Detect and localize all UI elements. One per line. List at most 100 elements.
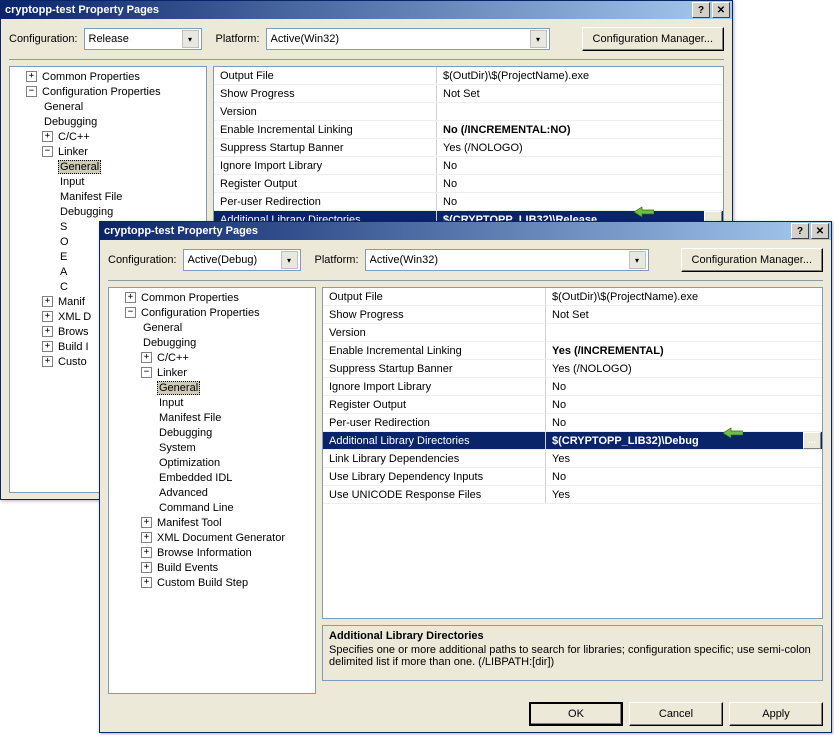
window-title: cryptopp-test Property Pages: [104, 225, 789, 237]
chevron-down-icon[interactable]: ▾: [182, 30, 199, 48]
tree-general[interactable]: General: [42, 101, 85, 113]
property-value[interactable]: No (/INCREMENTAL:NO): [437, 121, 724, 139]
property-row[interactable]: Show ProgressNot Set: [323, 306, 822, 324]
property-value[interactable]: $(CRYPTOPP_LIB32)\Debug...: [546, 432, 823, 450]
platform-combo[interactable]: Active(Win32) ▾: [365, 249, 649, 271]
tree-linker[interactable]: Linker: [155, 367, 189, 379]
tree-custom-build-step[interactable]: Custom Build Step: [155, 577, 250, 589]
property-value[interactable]: Yes: [546, 450, 823, 468]
property-value[interactable]: No: [437, 193, 724, 211]
tree-linker-general[interactable]: General: [157, 381, 200, 395]
tree-linker-advanced[interactable]: Advanced: [157, 487, 210, 499]
tree-linker-manifest[interactable]: Manifest File: [157, 412, 223, 424]
tree-xml-doc-generator[interactable]: XML Document Generator: [155, 532, 287, 544]
configuration-combo[interactable]: Active(Debug) ▾: [183, 249, 301, 271]
property-value[interactable]: Yes (/NOLOGO): [437, 139, 724, 157]
titlebar[interactable]: cryptopp-test Property Pages ? ✕: [100, 222, 831, 240]
tree-linker-input[interactable]: Input: [157, 397, 185, 409]
tree-configuration-properties[interactable]: Configuration Properties: [40, 86, 163, 98]
tree-linker-debugging[interactable]: Debugging: [58, 206, 115, 218]
property-row[interactable]: Version: [214, 103, 723, 121]
property-row[interactable]: Enable Incremental LinkingNo (/INCREMENT…: [214, 121, 723, 139]
close-button[interactable]: ✕: [811, 223, 829, 239]
property-value[interactable]: Not Set: [437, 85, 724, 103]
property-value[interactable]: $(OutDir)\$(ProjectName).exe: [546, 288, 823, 306]
tree-debugging[interactable]: Debugging: [141, 337, 198, 349]
property-row[interactable]: Use Library Dependency InputsNo: [323, 468, 822, 486]
property-value[interactable]: [437, 103, 724, 121]
browse-button[interactable]: ...: [803, 432, 821, 449]
configuration-manager-button[interactable]: Configuration Manager...: [681, 248, 823, 272]
help-button[interactable]: ?: [692, 2, 710, 18]
help-button[interactable]: ?: [791, 223, 809, 239]
tree-ccpp[interactable]: C/C++: [56, 131, 92, 143]
tree-common-properties[interactable]: Common Properties: [139, 292, 241, 304]
tree-debugging[interactable]: Debugging: [42, 116, 99, 128]
platform-label: Platform:: [315, 254, 359, 266]
tree-linker-command-line[interactable]: Command Line: [157, 502, 236, 514]
property-value[interactable]: No: [546, 378, 823, 396]
configuration-combo[interactable]: Release ▾: [84, 28, 202, 50]
tree-manifest-tool[interactable]: Manifest Tool: [155, 517, 224, 529]
titlebar[interactable]: cryptopp-test Property Pages ? ✕: [1, 1, 732, 19]
property-value[interactable]: [546, 324, 823, 342]
property-value[interactable]: No: [546, 396, 823, 414]
description-body: Specifies one or more additional paths t…: [329, 644, 816, 668]
property-row[interactable]: Output File$(OutDir)\$(ProjectName).exe: [323, 288, 822, 306]
property-value[interactable]: No: [437, 157, 724, 175]
property-row[interactable]: Suppress Startup BannerYes (/NOLOGO): [323, 360, 822, 378]
property-row[interactable]: Version: [323, 324, 822, 342]
apply-button[interactable]: Apply: [729, 702, 823, 726]
cancel-button[interactable]: Cancel: [629, 702, 723, 726]
property-row[interactable]: Use UNICODE Response FilesYes: [323, 486, 822, 504]
property-name: Register Output: [323, 396, 546, 414]
property-name: Enable Incremental Linking: [323, 342, 546, 360]
tree-general[interactable]: General: [141, 322, 184, 334]
property-row[interactable]: Show ProgressNot Set: [214, 85, 723, 103]
property-value[interactable]: Yes (/INCREMENTAL): [546, 342, 823, 360]
close-button[interactable]: ✕: [712, 2, 730, 18]
property-name: Version: [323, 324, 546, 342]
categories-tree[interactable]: +Common Properties −Configuration Proper…: [108, 287, 316, 694]
configuration-manager-button[interactable]: Configuration Manager...: [582, 27, 724, 51]
property-value[interactable]: Yes (/NOLOGO): [546, 360, 823, 378]
tree-ccpp[interactable]: C/C++: [155, 352, 191, 364]
chevron-down-icon[interactable]: ▾: [530, 30, 547, 48]
property-row[interactable]: Additional Library Directories$(CRYPTOPP…: [323, 432, 822, 450]
platform-combo[interactable]: Active(Win32) ▾: [266, 28, 550, 50]
property-name: Version: [214, 103, 437, 121]
property-row[interactable]: Suppress Startup BannerYes (/NOLOGO): [214, 139, 723, 157]
tree-linker-general[interactable]: General: [58, 160, 101, 174]
tree-linker-embedded-idl[interactable]: Embedded IDL: [157, 472, 234, 484]
chevron-down-icon[interactable]: ▾: [629, 251, 646, 269]
property-value[interactable]: $(OutDir)\$(ProjectName).exe: [437, 67, 724, 85]
tree-common-properties[interactable]: Common Properties: [40, 71, 142, 83]
property-value[interactable]: No: [546, 414, 823, 432]
property-row[interactable]: Register OutputNo: [323, 396, 822, 414]
property-value[interactable]: No: [437, 175, 724, 193]
property-row[interactable]: Link Library DependenciesYes: [323, 450, 822, 468]
property-row[interactable]: Per-user RedirectionNo: [323, 414, 822, 432]
tree-linker-system[interactable]: System: [157, 442, 198, 454]
property-row[interactable]: Enable Incremental LinkingYes (/INCREMEN…: [323, 342, 822, 360]
property-value[interactable]: No: [546, 468, 823, 486]
description-panel: Additional Library Directories Specifies…: [322, 625, 823, 681]
tree-linker-optimization[interactable]: Optimization: [157, 457, 222, 469]
tree-linker[interactable]: Linker: [56, 146, 90, 158]
chevron-down-icon[interactable]: ▾: [281, 251, 298, 269]
tree-linker-manifest[interactable]: Manifest File: [58, 191, 124, 203]
property-row[interactable]: Output File$(OutDir)\$(ProjectName).exe: [214, 67, 723, 85]
property-row[interactable]: Register OutputNo: [214, 175, 723, 193]
tree-linker-input[interactable]: Input: [58, 176, 86, 188]
property-row[interactable]: Ignore Import LibraryNo: [214, 157, 723, 175]
tree-configuration-properties[interactable]: Configuration Properties: [139, 307, 262, 319]
property-value[interactable]: Not Set: [546, 306, 823, 324]
tree-browse-info[interactable]: Browse Information: [155, 547, 254, 559]
ok-button[interactable]: OK: [529, 702, 623, 726]
property-value[interactable]: Yes: [546, 486, 823, 504]
tree-build-events[interactable]: Build Events: [155, 562, 220, 574]
property-row[interactable]: Ignore Import LibraryNo: [323, 378, 822, 396]
property-grid[interactable]: Output File$(OutDir)\$(ProjectName).exeS…: [322, 287, 823, 619]
configuration-label: Configuration:: [108, 254, 177, 266]
tree-linker-debugging[interactable]: Debugging: [157, 427, 214, 439]
